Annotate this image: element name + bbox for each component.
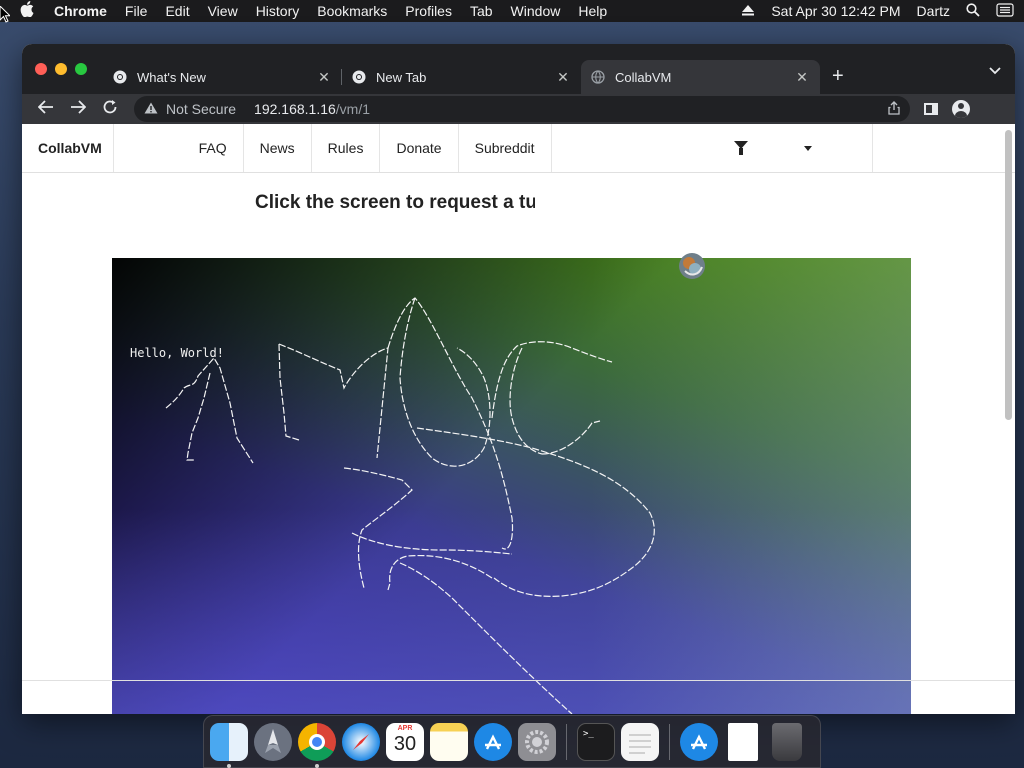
nav-subreddit[interactable]: Subreddit [457, 124, 551, 172]
menu-bar: Chrome File Edit View History Bookmarks … [0, 0, 1024, 22]
minimize-window-button[interactable] [55, 63, 67, 75]
tab-title: New Tab [376, 69, 427, 85]
running-indicator [315, 763, 319, 768]
system-preferences-icon[interactable] [518, 722, 556, 761]
menu-view[interactable]: View [208, 3, 238, 19]
side-panel-icon[interactable] [924, 103, 938, 115]
calendar-icon[interactable]: APR 30 [386, 722, 424, 761]
profile-avatar-icon[interactable] [952, 100, 970, 118]
chrome-icon[interactable] [298, 722, 336, 768]
page-content: CollabVM FAQ News Rules Donate Subreddit… [22, 124, 1015, 714]
globe-favicon-icon [591, 70, 605, 84]
menu-window[interactable]: Window [511, 3, 561, 19]
document-icon[interactable] [728, 722, 758, 761]
notes-icon[interactable] [430, 722, 468, 761]
url-path: /vm/1 [335, 101, 371, 117]
page-divider [22, 680, 1015, 681]
chrome-favicon-icon [113, 70, 127, 84]
nav-rules[interactable]: Rules [310, 124, 380, 172]
eject-icon[interactable] [741, 3, 755, 19]
menubar-clock[interactable]: Sat Apr 30 12:42 PM [771, 3, 900, 19]
app-store-downloads-icon[interactable] [680, 722, 718, 761]
tab-close-icon[interactable]: ✕ [316, 69, 332, 86]
app-store-icon[interactable] [474, 722, 512, 761]
calendar-day: 30 [393, 732, 417, 755]
finder-icon[interactable] [210, 722, 248, 768]
forward-arrow-icon[interactable] [62, 99, 94, 119]
site-navbar: CollabVM FAQ News Rules Donate Subreddit [22, 124, 1015, 173]
zoom-window-button[interactable] [75, 63, 87, 75]
browser-toolbar: Not Secure 192.168.1.16/vm/1 [22, 94, 1015, 124]
window-controls [35, 63, 87, 75]
tab-close-icon[interactable]: ✕ [555, 69, 571, 86]
new-tab-plus-icon[interactable]: + [832, 65, 852, 88]
menu-history[interactable]: History [256, 3, 300, 19]
menu-bookmarks[interactable]: Bookmarks [317, 3, 387, 19]
url-host: 192.168.1.16 [254, 101, 336, 117]
menubar-user[interactable]: Dartz [917, 3, 950, 19]
menu-profiles[interactable]: Profiles [405, 3, 452, 19]
nav-faq[interactable]: FAQ [183, 124, 243, 172]
dock-separator [669, 723, 670, 760]
chrome-favicon-icon [352, 70, 366, 84]
vm-scribble-drawing [165, 297, 655, 714]
security-label[interactable]: Not Secure [166, 101, 236, 117]
filter-icon[interactable] [733, 141, 748, 155]
page-scrollbar[interactable] [1005, 130, 1012, 420]
dock: APR 30 >_ [203, 715, 821, 768]
reload-icon[interactable] [94, 99, 126, 120]
caret-down-icon[interactable] [803, 146, 812, 151]
tab-close-icon[interactable]: ✕ [794, 69, 810, 86]
calendar-month: APR [397, 724, 413, 732]
tab-new-tab[interactable]: New Tab ✕ [342, 60, 581, 94]
control-center-icon[interactable] [996, 2, 1014, 20]
menu-app-name[interactable]: Chrome [54, 3, 107, 19]
trash-icon[interactable] [772, 722, 802, 761]
nav-news[interactable]: News [242, 124, 311, 172]
warning-triangle-icon[interactable] [144, 102, 158, 117]
menu-edit[interactable]: Edit [165, 3, 189, 19]
nav-donate[interactable]: Donate [379, 124, 457, 172]
textedit-icon[interactable] [621, 722, 659, 761]
spotlight-search-icon[interactable] [966, 2, 980, 20]
vm-filter-dropdown[interactable] [550, 124, 873, 172]
menu-tab[interactable]: Tab [470, 3, 493, 19]
back-arrow-icon[interactable] [30, 99, 62, 119]
tab-collabvm[interactable]: CollabVM ✕ [581, 60, 820, 94]
browser-window: What's New ✕ New Tab ✕ CollabVM ✕ + Not … [22, 44, 1015, 714]
site-brand[interactable]: CollabVM [22, 124, 115, 172]
menu-help[interactable]: Help [578, 3, 607, 19]
turn-request-message: Click the screen to request a turn [255, 192, 535, 213]
dock-separator [566, 723, 567, 760]
menu-file[interactable]: File [125, 3, 148, 19]
vm-display[interactable]: Hello, World! [112, 258, 911, 714]
running-indicator [227, 763, 231, 768]
close-window-button[interactable] [35, 63, 47, 75]
launchpad-icon[interactable] [254, 722, 292, 761]
tab-title: CollabVM [615, 69, 672, 85]
user-avatar-icon [677, 251, 707, 281]
share-icon[interactable] [888, 100, 900, 118]
terminal-icon[interactable]: >_ [577, 722, 615, 761]
address-bar[interactable]: Not Secure 192.168.1.16/vm/1 [134, 96, 910, 122]
tab-strip: What's New ✕ New Tab ✕ CollabVM ✕ + [22, 44, 1015, 94]
tab-title: What's New [137, 69, 206, 85]
safari-icon[interactable] [342, 722, 380, 761]
tab-search-chevron-icon[interactable] [989, 62, 1001, 78]
tab-whats-new[interactable]: What's New ✕ [103, 60, 342, 94]
apple-menu-icon[interactable] [20, 1, 36, 21]
mouse-cursor-icon [0, 5, 12, 24]
